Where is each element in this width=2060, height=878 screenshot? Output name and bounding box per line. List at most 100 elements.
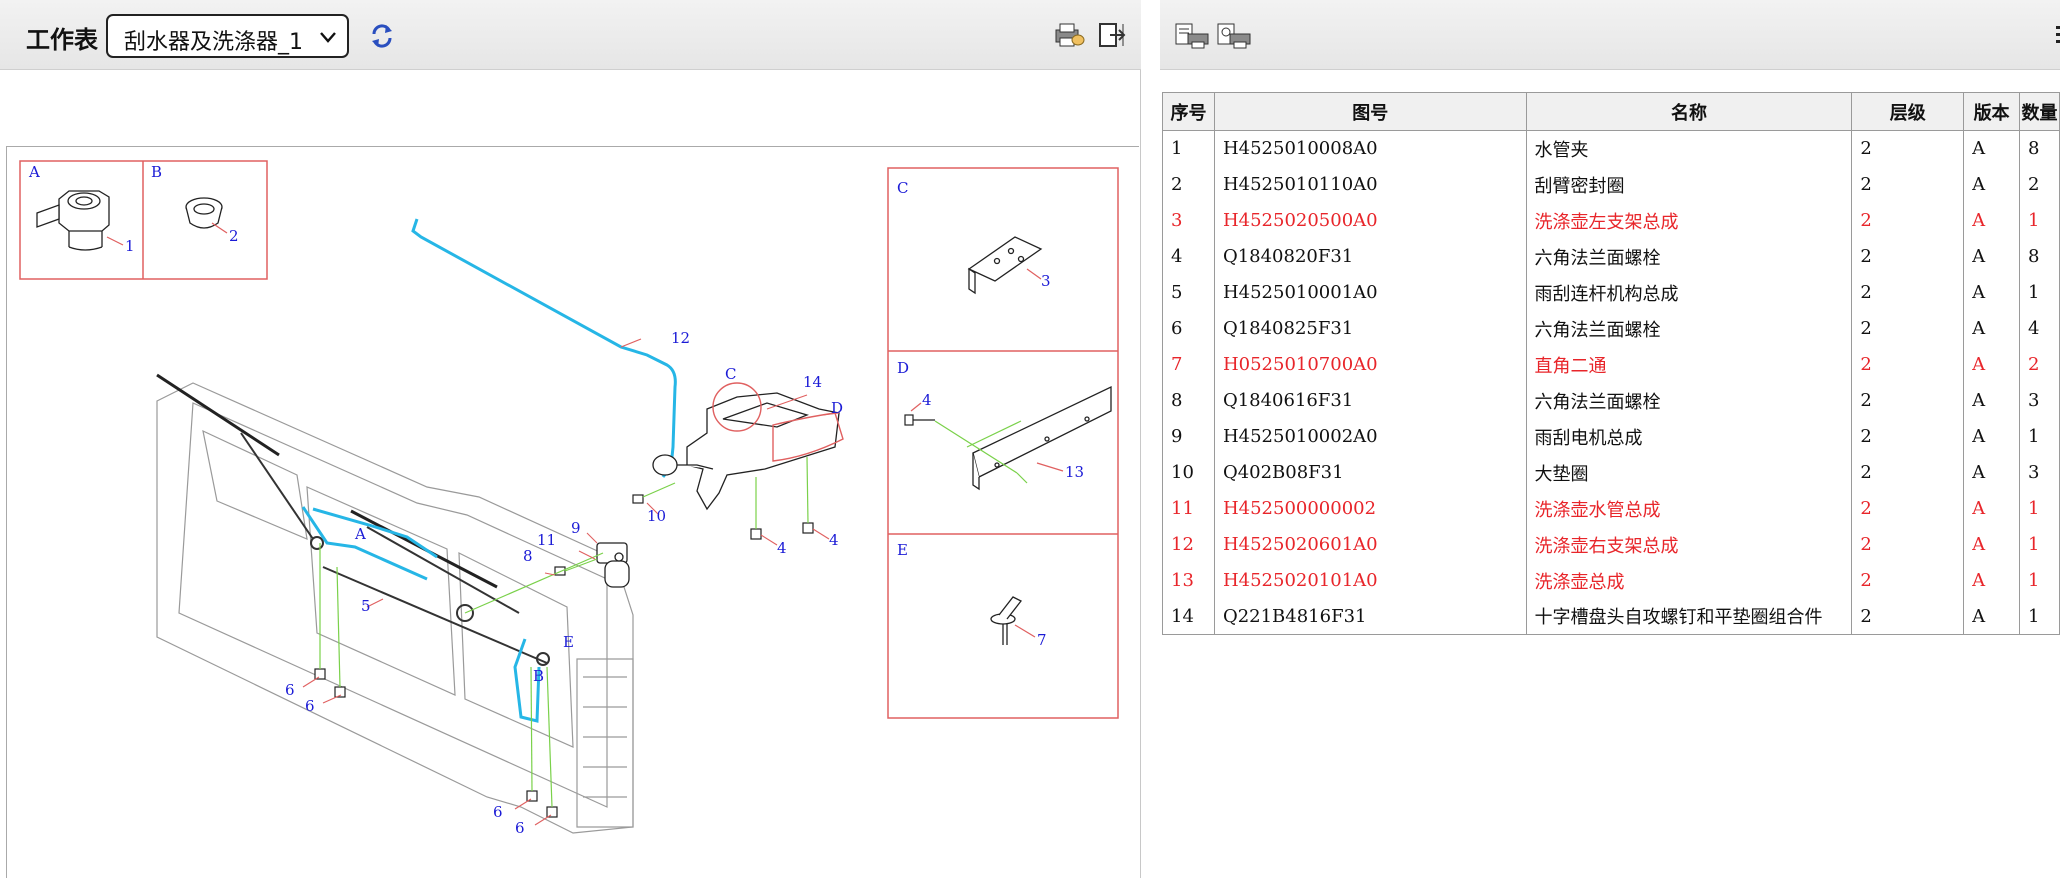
col-header-name[interactable]: 名称 <box>1525 92 1853 131</box>
cell-level: 2 <box>1851 454 1965 491</box>
col-header-version[interactable]: 版本 <box>1963 92 2021 131</box>
worksheet-select[interactable]: 刮水器及洗涤器_1 <box>106 14 349 58</box>
print-list-icon[interactable] <box>1174 20 1210 50</box>
chevron-down-icon <box>320 32 336 43</box>
part-clip-drawing <box>36 190 110 251</box>
cell-name: 洗涤壶左支架总成 <box>1525 202 1853 239</box>
assembly-leader-lines <box>319 456 809 808</box>
cell-qty: 8 <box>2019 130 2060 167</box>
cell-level: 2 <box>1851 346 1965 383</box>
tailgate-panel-drawing <box>156 382 634 834</box>
table-row[interactable]: 2 H4525010110A0 刮臂密封圈 2 A 2 <box>1162 166 2060 203</box>
export-icon[interactable] <box>1096 20 1130 50</box>
cell-seq: 14 <box>1162 598 1215 635</box>
cell-qty: 2 <box>2019 166 2060 203</box>
col-header-qty[interactable]: 数量 <box>2019 92 2060 131</box>
print-icon[interactable] <box>1052 20 1086 50</box>
cell-level: 2 <box>1851 382 1965 419</box>
wiper-motor-drawing <box>596 542 630 588</box>
table-row[interactable]: 13 H4525020101A0 洗涤壶总成 2 A 1 <box>1162 562 2060 599</box>
cell-version: A <box>1963 346 2021 383</box>
callout-14: 10 <box>647 507 666 525</box>
table-row[interactable]: 4 Q1840820F31 六角法兰面螺栓 2 A 8 <box>1162 238 2060 275</box>
cell-qty: 4 <box>2019 310 2060 347</box>
cell-part-number: Q221B4816F31 <box>1213 598 1527 635</box>
callout-6-b: 6 <box>305 697 315 715</box>
table-row[interactable]: 5 H4525010001A0 雨刮连杆机构总成 2 A 1 <box>1162 274 2060 311</box>
cell-seq: 8 <box>1162 382 1215 419</box>
cell-part-number: H4525010008A0 <box>1213 130 1527 167</box>
cell-name: 洗涤壶水管总成 <box>1525 490 1853 527</box>
part-seal-ring-drawing <box>185 197 223 229</box>
cell-name: 直角二通 <box>1525 346 1853 383</box>
drawing-canvas[interactable]: A B 1 2 C D E 3 4 13 7 12 C 14 D 10 4 4 … <box>6 146 1139 878</box>
part-right-bracket-drawing <box>972 385 1112 491</box>
cell-part-number: H4525010110A0 <box>1213 166 1527 203</box>
callout-4-b: 4 <box>829 531 839 549</box>
cell-name: 六角法兰面螺栓 <box>1525 382 1853 419</box>
cell-version: A <box>1963 238 2021 275</box>
cell-version: A <box>1963 526 2021 563</box>
cell-name: 水管夹 <box>1525 130 1853 167</box>
cell-level: 2 <box>1851 562 1965 599</box>
main-label-d: D <box>831 399 843 417</box>
cell-qty: 2 <box>2019 346 2060 383</box>
callout-2: 2 <box>229 227 239 245</box>
table-row[interactable]: 6 Q1840825F31 六角法兰面螺栓 2 A 4 <box>1162 310 2060 347</box>
table-row[interactable]: 14 Q221B4816F31 十字槽盘头自攻螺钉和平垫圈组合件 2 A 1 <box>1162 598 2060 635</box>
refresh-icon[interactable] <box>368 22 396 50</box>
table-row[interactable]: 8 Q1840616F31 六角法兰面螺栓 2 A 3 <box>1162 382 2060 419</box>
table-row[interactable]: 10 Q402B08F31 大垫圈 2 A 3 <box>1162 454 2060 491</box>
cell-name: 洗涤壶右支架总成 <box>1525 526 1853 563</box>
col-header-part-number[interactable]: 图号 <box>1213 92 1527 131</box>
table-row[interactable]: 12 H4525020601A0 洗涤壶右支架总成 2 A 1 <box>1162 526 2060 563</box>
cell-part-number: H4525010002A0 <box>1213 418 1527 455</box>
cell-part-number: H452500000002 <box>1213 490 1527 527</box>
washer-reservoir-drawing <box>652 392 840 511</box>
cell-qty: 1 <box>2019 598 2060 635</box>
main-label-a: A <box>354 525 366 543</box>
cell-version: A <box>1963 418 2021 455</box>
bom-panel: 序号 图号 名称 层级 版本 数量 1 H4525010008A0 水管夹 2 A 8 2 H… <box>1160 0 2060 878</box>
table-row[interactable]: 11 H452500000002 洗涤壶水管总成 2 A 1 <box>1162 490 2060 527</box>
col-header-seq[interactable]: 序号 <box>1162 92 1215 131</box>
cell-qty: 1 <box>2019 562 2060 599</box>
cell-level: 2 <box>1851 526 1965 563</box>
drawing-toolbar: 工作表 刮水器及洗涤器_1 <box>0 0 1141 70</box>
cell-qty: 1 <box>2019 418 2060 455</box>
wiper-arm-drawing <box>240 432 550 666</box>
callout-7: 7 <box>1037 631 1047 649</box>
cell-qty: 1 <box>2019 202 2060 239</box>
cell-seq: 11 <box>1162 490 1215 527</box>
more-icon[interactable] <box>2054 24 2060 46</box>
cell-qty: 8 <box>2019 238 2060 275</box>
cell-version: A <box>1963 490 2021 527</box>
cell-level: 2 <box>1851 274 1965 311</box>
detail-label-b: B <box>151 163 162 181</box>
print-preview-icon[interactable] <box>1216 20 1252 50</box>
table-row[interactable]: 3 H4525020500A0 洗涤壶左支架总成 2 A 1 <box>1162 202 2060 239</box>
cell-part-number: H4525020601A0 <box>1213 526 1527 563</box>
part-elbow-drawing <box>990 596 1022 645</box>
cell-level: 2 <box>1851 130 1965 167</box>
callout-9: 9 <box>571 519 581 537</box>
cell-seq: 9 <box>1162 418 1215 455</box>
table-row[interactable]: 1 H4525010008A0 水管夹 2 A 8 <box>1162 130 2060 167</box>
cell-seq: 10 <box>1162 454 1215 491</box>
worksheet-label: 工作表 <box>26 26 98 54</box>
cell-qty: 3 <box>2019 382 2060 419</box>
cell-name: 雨刮电机总成 <box>1525 418 1853 455</box>
cell-seq: 3 <box>1162 202 1215 239</box>
part-left-bracket-drawing <box>967 236 1043 295</box>
callout-5: 5 <box>361 597 371 615</box>
cell-version: A <box>1963 454 2021 491</box>
cell-version: A <box>1963 598 2021 635</box>
table-row[interactable]: 9 H4525010002A0 雨刮电机总成 2 A 1 <box>1162 418 2060 455</box>
callout-4-a: 4 <box>777 539 787 557</box>
cell-level: 2 <box>1851 166 1965 203</box>
main-label-e: E <box>563 633 574 651</box>
cell-qty: 1 <box>2019 274 2060 311</box>
table-row[interactable]: 7 H0525010700A0 直角二通 2 A 2 <box>1162 346 2060 383</box>
cell-seq: 6 <box>1162 310 1215 347</box>
col-header-level[interactable]: 层级 <box>1851 92 1965 131</box>
